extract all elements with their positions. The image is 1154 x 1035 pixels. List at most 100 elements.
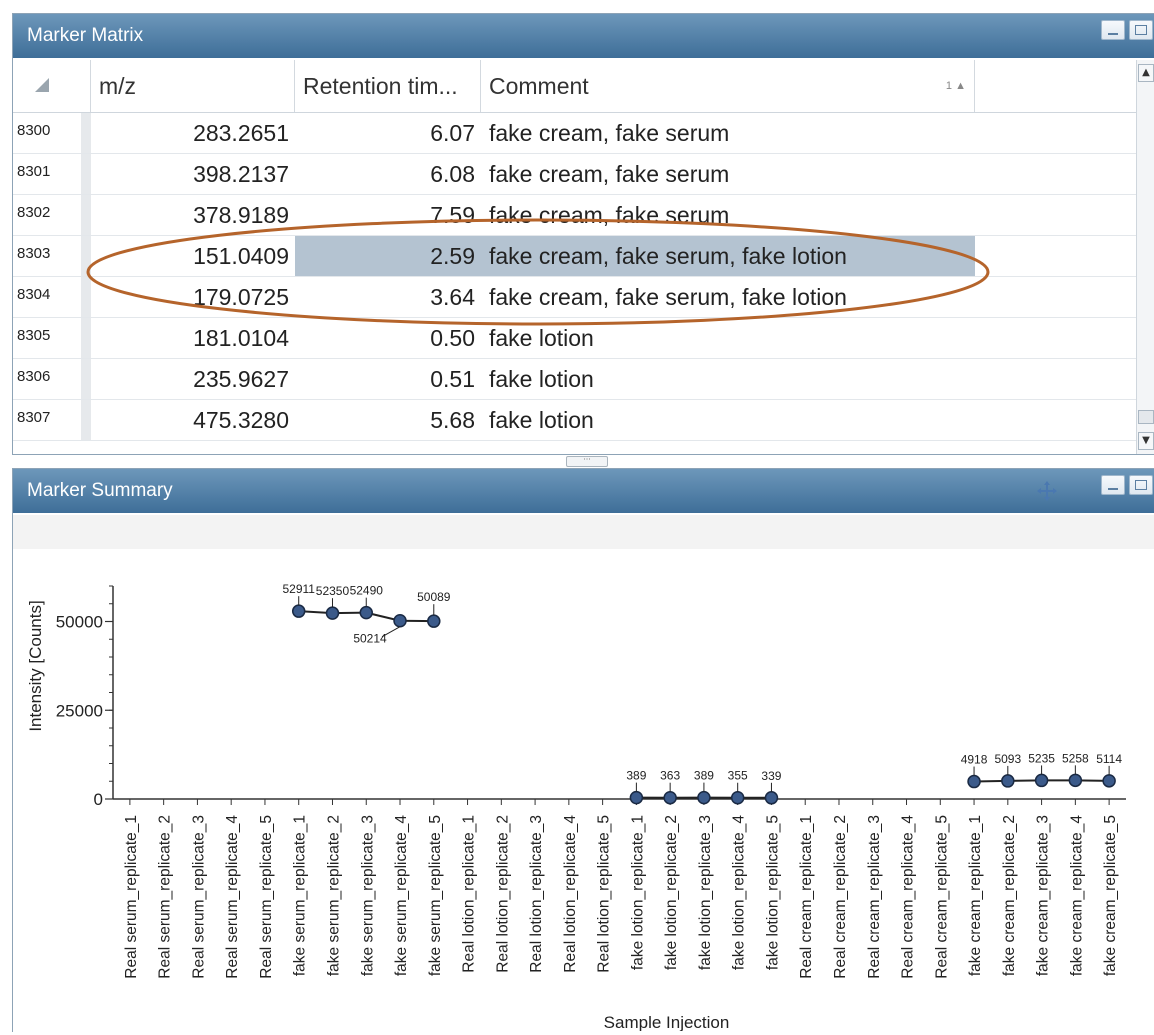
x-axis-label: Sample Injection xyxy=(604,1013,730,1031)
cell-retention-time[interactable]: 6.07 xyxy=(295,113,481,153)
table-row[interactable]: 8300283.26516.07fake cream, fake serum xyxy=(13,113,1137,154)
y-tick-label: 50000 xyxy=(56,613,103,632)
data-point[interactable] xyxy=(698,792,710,804)
x-tick-label: fake cream_replicate_3 xyxy=(1035,815,1052,976)
data-point[interactable] xyxy=(428,615,440,627)
data-point[interactable] xyxy=(765,792,777,804)
x-tick-label: Real lotion_replicate_3 xyxy=(528,815,545,973)
marker-matrix-window-buttons xyxy=(1101,20,1153,40)
data-label: 5093 xyxy=(994,752,1021,766)
column-header-comment[interactable]: Comment 1 ▲ xyxy=(481,60,975,112)
data-point[interactable] xyxy=(732,792,744,804)
maximize-button[interactable] xyxy=(1129,20,1153,40)
data-point[interactable] xyxy=(326,607,338,619)
table-row[interactable]: 8302378.91897.59fake cream, fake serum xyxy=(13,195,1137,236)
cell-mz[interactable]: 378.9189 xyxy=(91,195,295,235)
data-point[interactable] xyxy=(1069,774,1081,786)
x-tick-label: Real cream_replicate_2 xyxy=(832,815,849,979)
cell-comment[interactable]: fake cream, fake serum, fake lotion xyxy=(481,277,975,317)
marker-matrix-title: Marker Matrix xyxy=(13,14,1154,58)
move-icon[interactable] xyxy=(1035,479,1059,503)
cell-comment[interactable]: fake cream, fake serum, fake lotion xyxy=(481,236,975,276)
column-header-retention-time[interactable]: Retention tim... xyxy=(295,60,481,112)
vertical-scrollbar[interactable]: ▲ ▼ xyxy=(1136,60,1154,454)
cell-comment[interactable]: fake cream, fake serum xyxy=(481,113,975,153)
data-point[interactable] xyxy=(630,792,642,804)
cell-comment[interactable]: fake cream, fake serum xyxy=(481,154,975,194)
chart-toolbar-strip xyxy=(13,515,1154,549)
row-id[interactable]: 8302 xyxy=(13,195,81,235)
cell-comment[interactable]: fake lotion xyxy=(481,400,975,440)
corner-triangle-icon xyxy=(35,78,49,92)
table-row[interactable]: 8304179.07253.64fake cream, fake serum, … xyxy=(13,277,1137,318)
x-tick-label: Real lotion_replicate_4 xyxy=(562,815,579,973)
table-row[interactable]: 8306235.96270.51fake lotion xyxy=(13,359,1137,400)
cell-mz[interactable]: 179.0725 xyxy=(91,277,295,317)
y-axis-label: Intensity [Counts] xyxy=(26,600,45,731)
cell-mz[interactable]: 475.3280 xyxy=(91,400,295,440)
x-tick-label: Real cream_replicate_3 xyxy=(866,815,883,979)
marker-summary-window-buttons xyxy=(1101,475,1153,495)
row-id[interactable]: 8307 xyxy=(13,400,81,440)
minimize-button[interactable] xyxy=(1101,20,1125,40)
splitter-grip[interactable]: ··· xyxy=(566,456,608,467)
cell-comment[interactable]: fake lotion xyxy=(481,359,975,399)
row-id[interactable]: 8303 xyxy=(13,236,81,276)
data-point[interactable] xyxy=(394,615,406,627)
x-tick-label: fake lotion_replicate_2 xyxy=(663,815,680,970)
x-tick-label: Real serum_replicate_4 xyxy=(224,815,241,979)
row-id[interactable]: 8304 xyxy=(13,277,81,317)
data-point[interactable] xyxy=(1103,775,1115,787)
x-tick-label: Real cream_replicate_4 xyxy=(900,815,917,979)
row-gutter xyxy=(81,154,91,194)
x-tick-label: Real lotion_replicate_2 xyxy=(494,815,511,973)
cell-mz[interactable]: 283.2651 xyxy=(91,113,295,153)
cell-retention-time[interactable]: 5.68 xyxy=(295,400,481,440)
x-tick-label: Real serum_replicate_1 xyxy=(123,815,140,979)
data-point[interactable] xyxy=(1002,775,1014,787)
cell-comment[interactable]: fake lotion xyxy=(481,318,975,358)
row-id[interactable]: 8306 xyxy=(13,359,81,399)
cell-retention-time[interactable]: 2.59 xyxy=(295,236,481,276)
sort-ascending-icon: 1 ▲ xyxy=(946,60,966,112)
marker-summary-chart: 02500050000Intensity [Counts]Real serum_… xyxy=(0,546,1154,1031)
cell-retention-time[interactable]: 3.64 xyxy=(295,277,481,317)
cell-mz[interactable]: 151.0409 xyxy=(91,236,295,276)
row-gutter xyxy=(81,113,91,153)
cell-retention-time[interactable]: 7.59 xyxy=(295,195,481,235)
cell-comment[interactable]: fake cream, fake serum xyxy=(481,195,975,235)
data-point[interactable] xyxy=(968,776,980,788)
x-tick-label: Real lotion_replicate_5 xyxy=(596,815,613,973)
cell-retention-time[interactable]: 0.50 xyxy=(295,318,481,358)
table-row[interactable]: 8301398.21376.08fake cream, fake serum xyxy=(13,154,1137,195)
row-id[interactable]: 8300 xyxy=(13,113,81,153)
cell-retention-time[interactable]: 6.08 xyxy=(295,154,481,194)
data-label: 363 xyxy=(660,769,680,783)
maximize-button[interactable] xyxy=(1129,475,1153,495)
table-row[interactable]: 8305181.01040.50fake lotion xyxy=(13,318,1137,359)
cell-retention-time[interactable]: 0.51 xyxy=(295,359,481,399)
table-row[interactable]: 8303151.04092.59fake cream, fake serum, … xyxy=(13,236,1137,277)
y-tick-label: 25000 xyxy=(56,701,103,720)
data-point[interactable] xyxy=(360,607,372,619)
column-header-mz[interactable]: m/z xyxy=(91,60,295,112)
scroll-down-icon[interactable]: ▼ xyxy=(1138,432,1154,450)
row-id[interactable]: 8305 xyxy=(13,318,81,358)
minimize-button[interactable] xyxy=(1101,475,1125,495)
row-id[interactable]: 8301 xyxy=(13,154,81,194)
data-label: 389 xyxy=(626,769,646,783)
scroll-up-icon[interactable]: ▲ xyxy=(1138,64,1154,82)
cell-mz[interactable]: 181.0104 xyxy=(91,318,295,358)
data-point[interactable] xyxy=(293,605,305,617)
data-point[interactable] xyxy=(664,792,676,804)
column-header-comment-label: Comment xyxy=(489,73,589,99)
scroll-thumb[interactable] xyxy=(1138,410,1154,424)
cell-mz[interactable]: 235.9627 xyxy=(91,359,295,399)
table-row[interactable]: 8307475.32805.68fake lotion xyxy=(13,400,1137,441)
cell-mz[interactable]: 398.2137 xyxy=(91,154,295,194)
sort-order-number: 1 xyxy=(946,80,952,92)
data-point[interactable] xyxy=(1036,774,1048,786)
data-label: 50089 xyxy=(417,590,451,604)
select-all-corner[interactable] xyxy=(13,60,91,112)
chart-area: 02500050000Intensity [Counts]Real serum_… xyxy=(0,546,1154,1031)
